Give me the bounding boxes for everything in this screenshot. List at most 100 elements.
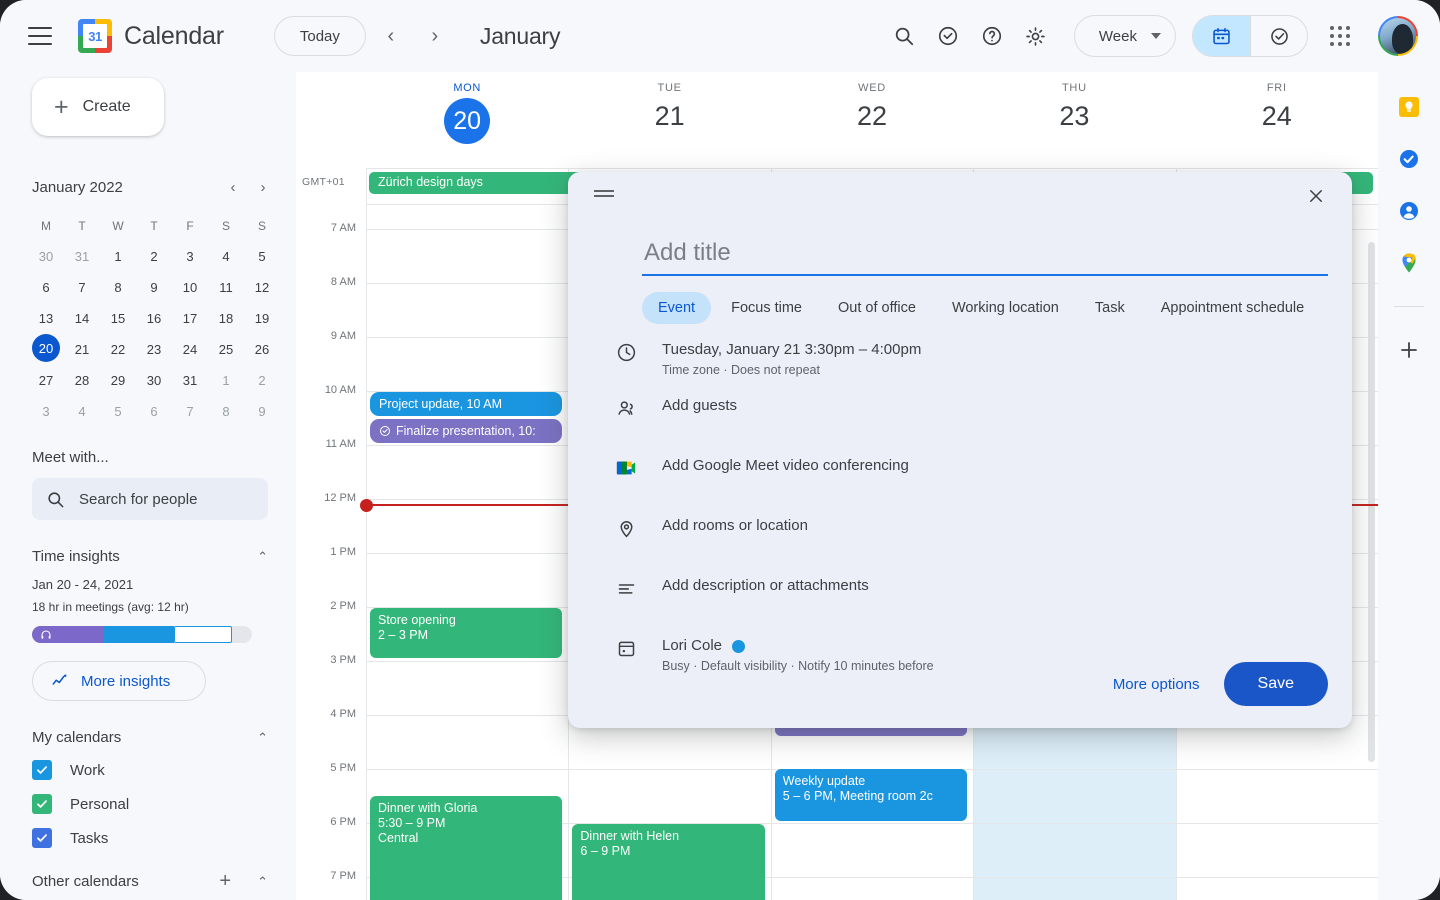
plus-icon[interactable]: + [219,870,231,893]
calendar-event[interactable]: Dinner with Gloria5:30 – 9 PMCentral [370,796,562,900]
day-header[interactable]: MON20 [366,82,568,144]
mini-calendar-day[interactable]: 19 [244,303,280,334]
event-detail-row[interactable]: Add Google Meet video conferencing [568,456,1352,496]
apps-grid-icon[interactable] [1318,14,1362,58]
toggle-tasks-view[interactable] [1250,16,1307,56]
search-people-input[interactable]: Search for people [32,478,268,520]
mini-calendar-day[interactable]: 22 [100,334,136,365]
mini-calendar-day[interactable]: 5 [100,396,136,427]
mini-calendar-day[interactable]: 25 [208,334,244,365]
next-week-button[interactable]: › [416,17,454,55]
mini-calendar-day[interactable]: 16 [136,303,172,334]
day-header[interactable]: FRI24 [1176,82,1378,132]
event-type-tab[interactable]: Focus time [715,292,818,324]
day-header[interactable]: TUE21 [568,82,770,132]
mini-calendar-day[interactable]: 13 [28,303,64,334]
mini-calendar-day[interactable]: 27 [28,365,64,396]
event-detail-row[interactable]: Add guests [568,396,1352,436]
other-calendars-header[interactable]: Other calendars + ⌃ [32,870,268,893]
checkbox-checked-icon[interactable] [32,760,52,780]
mini-calendar-day[interactable]: 6 [28,272,64,303]
event-type-tab[interactable]: Appointment schedule [1145,292,1321,324]
toggle-calendar-view[interactable] [1193,16,1250,56]
mini-calendar-day[interactable]: 9 [244,396,280,427]
my-calendars-header[interactable]: My calendars ⌃ [32,729,268,746]
mini-calendar-day[interactable]: 3 [28,396,64,427]
mini-calendar-day[interactable]: 18 [208,303,244,334]
google-keep-icon[interactable] [1396,94,1422,120]
mini-calendar-day[interactable]: 9 [136,272,172,303]
day-header[interactable]: WED22 [771,82,973,132]
calendar-list-item[interactable]: Tasks [32,828,280,848]
mini-calendar-day[interactable]: 15 [100,303,136,334]
hamburger-icon[interactable] [28,27,52,45]
mini-calendar-day[interactable]: 1 [208,365,244,396]
event-detail-row[interactable]: Tuesday, January 21 3:30pm – 4:00pmTime … [568,340,1352,380]
brand[interactable]: 31 Calendar [78,19,224,53]
mini-calendar-day[interactable]: 7 [172,396,208,427]
drag-handle-icon[interactable] [594,190,614,200]
mini-calendar-day[interactable]: 8 [100,272,136,303]
mini-calendar-day[interactable]: 8 [208,396,244,427]
calendar-scrollbar[interactable] [1367,212,1376,894]
mini-calendar-day[interactable]: 4 [64,396,100,427]
event-detail-row[interactable]: Add rooms or location [568,516,1352,556]
today-button[interactable]: Today [274,16,366,56]
calendar-list-item[interactable]: Work [32,760,280,780]
mini-calendar-day[interactable]: 2 [136,241,172,272]
mini-calendar-day[interactable]: 23 [136,334,172,365]
save-button[interactable]: Save [1224,662,1328,706]
gear-icon[interactable] [1014,14,1058,58]
mini-calendar-day[interactable]: 2 [244,365,280,396]
mini-calendar-day[interactable]: 24 [172,334,208,365]
mini-calendar-day[interactable]: 4 [208,241,244,272]
day-header[interactable]: THU23 [973,82,1175,132]
checkbox-checked-icon[interactable] [32,794,52,814]
create-button[interactable]: + Create [32,78,164,136]
mini-calendar-day[interactable]: 29 [100,365,136,396]
google-maps-icon[interactable] [1396,250,1422,276]
event-type-tab[interactable]: Event [642,292,711,324]
mini-calendar-day[interactable]: 11 [208,272,244,303]
calendar-event[interactable]: Store opening2 – 3 PM [370,608,562,658]
mini-calendar-day[interactable]: 30 [136,365,172,396]
mini-calendar-day[interactable]: 12 [244,272,280,303]
mini-calendar-day[interactable]: 10 [172,272,208,303]
mini-calendar-day[interactable]: 3 [172,241,208,272]
mini-calendar-day[interactable]: 1 [100,241,136,272]
help-icon[interactable] [970,14,1014,58]
calendar-event[interactable]: Finalize presentation, 10: [370,419,562,443]
event-detail-row[interactable]: Add description or attachments [568,576,1352,616]
mini-calendar-day[interactable]: 5 [244,241,280,272]
mini-calendar-day[interactable]: 26 [244,334,280,365]
more-options-link[interactable]: More options [1113,676,1200,693]
event-type-tab[interactable]: Out of office [822,292,932,324]
check-inbox-icon[interactable] [926,14,970,58]
mini-calendar-day[interactable]: 17 [172,303,208,334]
search-icon[interactable] [882,14,926,58]
mini-calendar-day[interactable]: 30 [28,241,64,272]
plus-icon[interactable] [1396,337,1422,363]
mini-calendar-day[interactable]: 21 [64,334,100,365]
time-insights-header[interactable]: Time insights ⌃ [32,548,268,565]
google-tasks-icon[interactable] [1396,146,1422,172]
avatar[interactable] [1378,16,1418,56]
close-icon[interactable] [1300,180,1332,212]
more-insights-button[interactable]: More insights [32,661,206,701]
event-title-input[interactable] [642,232,1328,276]
google-contacts-icon[interactable] [1396,198,1422,224]
mini-calendar-day-selected[interactable]: 20 [32,334,60,362]
calendar-list-item[interactable]: Personal [32,794,280,814]
mini-calendar-day[interactable]: 28 [64,365,100,396]
view-select[interactable]: Week [1074,15,1176,57]
calendar-event[interactable]: Project update, 10 AM [370,392,562,416]
calendar-event[interactable]: Dinner with Helen6 – 9 PM [572,824,764,900]
mini-calendar-day[interactable]: 31 [172,365,208,396]
calendar-scrollbar-thumb[interactable] [1368,242,1375,762]
mini-calendar-day[interactable]: 14 [64,303,100,334]
mini-calendar-day[interactable]: 31 [64,241,100,272]
mini-calendar-prev[interactable]: ‹ [220,174,246,200]
event-type-tab[interactable]: Working location [936,292,1075,324]
previous-week-button[interactable]: ‹ [372,17,410,55]
time-slot-selection[interactable] [973,726,1175,900]
